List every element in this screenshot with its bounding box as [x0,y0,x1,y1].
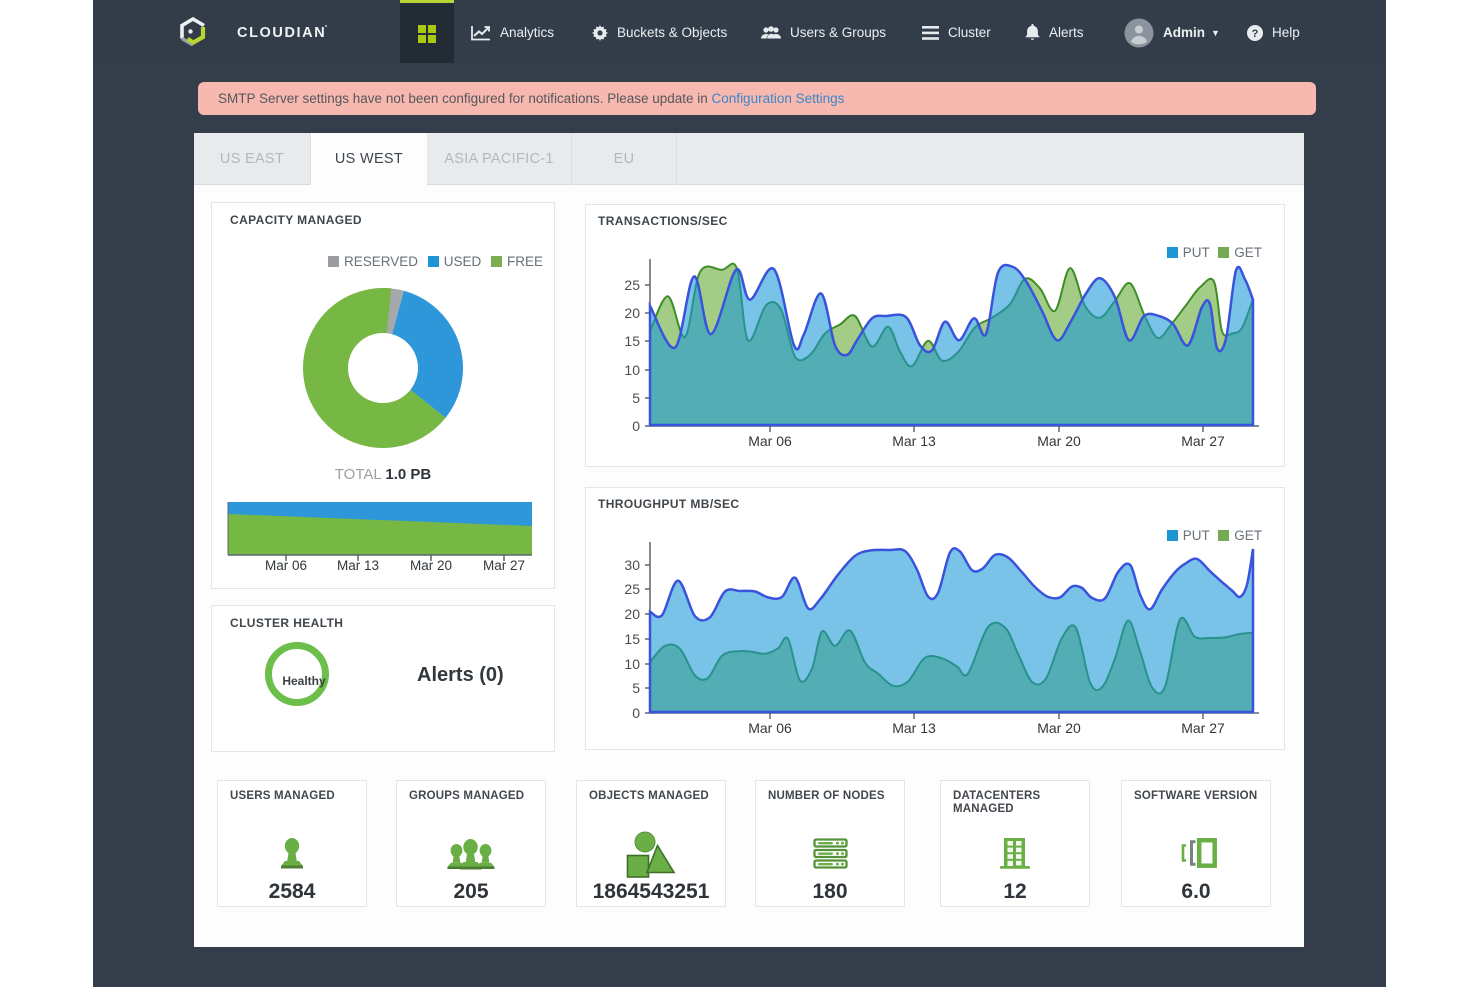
svg-text:15: 15 [624,333,640,349]
svg-text:?: ? [1252,28,1259,40]
svg-text:Mar 06: Mar 06 [748,720,792,736]
svg-text:0: 0 [632,705,640,721]
svg-text:Mar 13: Mar 13 [892,720,936,736]
svg-text:Mar 20: Mar 20 [1037,433,1081,449]
svg-text:Mar 20: Mar 20 [1037,720,1081,736]
svg-text:10: 10 [624,656,640,672]
svg-text:CLOUDIAN: CLOUDIAN [237,25,326,41]
svg-text:30: 30 [624,557,640,573]
svg-text:10: 10 [624,362,640,378]
svg-text:Mar 06: Mar 06 [748,433,792,449]
svg-text:25: 25 [624,581,640,597]
svg-text:Mar 20: Mar 20 [410,558,452,573]
svg-text:15: 15 [624,631,640,647]
svg-text:Mar 06: Mar 06 [265,558,307,573]
svg-text:5: 5 [632,680,640,696]
svg-text:Mar 27: Mar 27 [1181,433,1225,449]
svg-text:20: 20 [624,606,640,622]
svg-text:Mar 27: Mar 27 [483,558,525,573]
svg-text:Mar 27: Mar 27 [1181,720,1225,736]
svg-text:0: 0 [632,418,640,434]
svg-text:5: 5 [632,390,640,406]
svg-text:25: 25 [624,277,640,293]
svg-text:Mar 13: Mar 13 [892,433,936,449]
svg-text:Mar 13: Mar 13 [337,558,379,573]
svg-text:20: 20 [624,305,640,321]
